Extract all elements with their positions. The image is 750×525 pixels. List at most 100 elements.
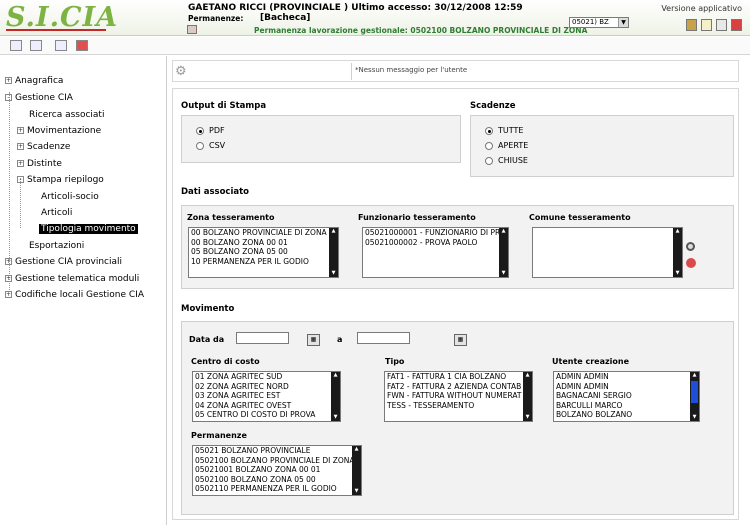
tree-item-esportazioni[interactable]: Esportazioni xyxy=(29,241,84,251)
tree-item-gestione-cia-provinciali[interactable]: + Gestione CIA provinciali xyxy=(5,257,122,267)
radio-chiuse-dot[interactable] xyxy=(485,156,493,165)
home-icon[interactable] xyxy=(716,19,727,31)
scadenze-section-title: Scadenze xyxy=(470,101,516,111)
list-item[interactable]: BAGNACANI SERGIO xyxy=(554,391,699,401)
tree-item-gestione-telematica-moduli[interactable]: + Gestione telematica moduli xyxy=(5,274,139,284)
list-item[interactable]: 05021000001 - FUNZIONARIO DI PR xyxy=(363,228,508,238)
tree-item-movimentazione[interactable]: + Movimentazione xyxy=(17,126,101,136)
centro-costo-label: Centro di costo xyxy=(191,357,260,366)
tree-item-gestione-cia[interactable]: - Gestione CIA xyxy=(5,93,73,103)
calendar-icon[interactable]: ▦ xyxy=(307,334,320,346)
list-item[interactable]: ADMIN ADMIN xyxy=(554,372,699,382)
list-item[interactable]: 10 PERMANENZA PER IL GODIO xyxy=(189,257,338,267)
message-text: *Nessun messaggio per l'utente xyxy=(355,66,468,74)
utente-creazione-list[interactable]: ADMIN ADMIN ADMIN ADMIN BAGNACANI SERGIO… xyxy=(553,371,700,422)
list-item[interactable]: FAT2 - FATTURA 2 AZIENDA CONTAB xyxy=(385,382,532,392)
report-form-panel: Output di Stampa PDF CSV Scadenze TUTTE … xyxy=(172,88,739,520)
list-item[interactable]: 02 ZONA AGRITEC NORD xyxy=(193,382,340,392)
list-item[interactable]: 04 ZONA AGRITEC OVEST xyxy=(193,401,340,411)
tree-item-anagrafica[interactable]: + Anagrafica xyxy=(5,76,63,86)
list-icon[interactable] xyxy=(10,40,22,51)
scrollbar[interactable]: ▲ ▼ xyxy=(673,228,682,277)
app-header: S.I.CIA GAETANO RICCI (PROVINCIALE ) Ult… xyxy=(0,0,750,36)
pdf-icon[interactable] xyxy=(76,40,88,51)
scrollbar[interactable]: ▲ ▼ xyxy=(523,372,532,421)
logout-icon[interactable] xyxy=(731,19,742,31)
utente-creazione-label: Utente creazione xyxy=(552,357,630,366)
book-blue-icon[interactable] xyxy=(55,40,67,51)
list-item[interactable]: 05021000002 - PROVA PAOLO xyxy=(363,238,508,248)
radio-pdf-dot[interactable] xyxy=(196,126,204,135)
funzionario-list[interactable]: 05021000001 - FUNZIONARIO DI PR 05021000… xyxy=(362,227,509,278)
search-icon[interactable] xyxy=(686,242,695,251)
radio-tutte-dot[interactable] xyxy=(485,126,493,135)
zone-select-value: 05021) BZ xyxy=(572,18,609,26)
permanenze-value[interactable]: [Bacheca] xyxy=(260,13,310,23)
list-item[interactable]: FWN - FATTURA WITHOUT NUMERAT xyxy=(385,391,532,401)
radio-csv-dot[interactable] xyxy=(196,141,204,150)
list-item[interactable]: FAT1 - FATTURA 1 CIA BOLZANO xyxy=(385,372,532,382)
scrollbar[interactable]: ▲ ▼ xyxy=(329,228,338,277)
radio-csv[interactable]: CSV xyxy=(196,141,225,150)
list-item[interactable]: 05 CENTRO DI COSTO DI PROVA xyxy=(193,410,340,420)
tree-item-articoli[interactable]: Articoli xyxy=(41,208,72,218)
tree-item-distinte[interactable]: + Distinte xyxy=(17,159,62,169)
permanenze-list-label: Permanenze xyxy=(191,431,247,440)
main-content: ⚙ *Nessun messaggio per l'utente Output … xyxy=(172,60,739,520)
user-access-info: GAETANO RICCI (PROVINCIALE ) Ultimo acce… xyxy=(188,3,523,13)
calendar-icon[interactable]: ▦ xyxy=(454,334,467,346)
zone-select[interactable]: 05021) BZ ▼ xyxy=(569,17,629,28)
tree-item-scadenze[interactable]: + Scadenze xyxy=(17,142,70,152)
list-item[interactable]: 05021 BOLZANO PROVINCIALE xyxy=(193,446,361,456)
list-item[interactable]: 03 ZONA AGRITEC EST xyxy=(193,391,340,401)
list-item[interactable]: 0502110 PERMANENZA PER IL GODIO xyxy=(193,484,361,494)
list-item[interactable]: 05 BOLZANO ZONA 05 00 xyxy=(189,247,338,257)
radio-chiuse[interactable]: CHIUSE xyxy=(485,156,528,165)
list-item[interactable]: ADMIN ADMIN xyxy=(554,382,699,392)
data-a-input[interactable] xyxy=(357,332,410,344)
data-da-label: Data da xyxy=(189,335,225,344)
comune-label: Comune tesseramento xyxy=(529,213,631,222)
list-item[interactable]: BOLZANO BOLZANO xyxy=(554,410,699,420)
zona-tesseramento-list[interactable]: 00 BOLZANO PROVINCIALE DI ZONA 00 BOLZAN… xyxy=(188,227,339,278)
delete-icon[interactable] xyxy=(686,258,696,268)
list-item[interactable]: 00 BOLZANO ZONA 00 01 xyxy=(189,238,338,248)
tree-item-articoli-socio[interactable]: Articoli-socio xyxy=(41,192,99,202)
list-item[interactable]: 00 BOLZANO PROVINCIALE DI ZONA xyxy=(189,228,338,238)
data-da-input[interactable] xyxy=(236,332,289,344)
tree-item-ricerca-associati[interactable]: Ricerca associati xyxy=(29,110,104,120)
list-item[interactable]: BARCULLI MARCO xyxy=(554,401,699,411)
radio-tutte[interactable]: TUTTE xyxy=(485,126,523,135)
scrollbar-thumb[interactable] xyxy=(691,381,698,403)
list-item[interactable]: 05021001 BOLZANO ZONA 00 01 xyxy=(193,465,361,475)
list-item[interactable]: 0502100 BOLZANO ZONA 05 00 xyxy=(193,475,361,485)
chevron-down-icon[interactable]: ▼ xyxy=(618,18,628,27)
comune-list[interactable]: ▲ ▼ xyxy=(532,227,683,278)
list-detail-icon[interactable] xyxy=(30,40,42,51)
list-item[interactable]: 01 ZONA AGRITEC SUD xyxy=(193,372,340,382)
radio-aperte[interactable]: APERTE xyxy=(485,141,528,150)
permanenze-list[interactable]: 05021 BOLZANO PROVINCIALE 0502100 BOLZAN… xyxy=(192,445,362,496)
radio-pdf[interactable]: PDF xyxy=(196,126,225,135)
tree-item-stampa-riepilogo[interactable]: - Stampa riepilogo xyxy=(17,175,104,185)
radio-aperte-dot[interactable] xyxy=(485,141,493,150)
output-box xyxy=(181,115,461,163)
version-label[interactable]: Versione applicativo xyxy=(661,4,742,13)
tipo-list[interactable]: FAT1 - FATTURA 1 CIA BOLZANO FAT2 - FATT… xyxy=(384,371,533,422)
scrollbar[interactable]: ▲ ▼ xyxy=(690,372,699,421)
scrollbar[interactable]: ▲ ▼ xyxy=(331,372,340,421)
gear-icon: ⚙ xyxy=(175,64,187,79)
document-icon[interactable] xyxy=(701,19,712,31)
tree-item-codifiche-locali[interactable]: + Codifiche locali Gestione CIA xyxy=(5,290,144,300)
centro-costo-list[interactable]: 01 ZONA AGRITEC SUD 02 ZONA AGRITEC NORD… xyxy=(192,371,341,422)
list-item[interactable]: TESS - TESSERAMENTO xyxy=(385,401,532,411)
toolbar xyxy=(0,37,750,55)
scrollbar[interactable]: ▲ ▼ xyxy=(352,446,361,495)
permanenze-label: Permanenze: xyxy=(188,14,244,23)
tree-item-tipologia-movimento[interactable]: Tipologia movimento xyxy=(39,224,138,234)
scrollbar[interactable]: ▲ ▼ xyxy=(499,228,508,277)
list-item[interactable]: 0502100 BOLZANO PROVINCIALE DI ZONA xyxy=(193,456,361,466)
output-section-title: Output di Stampa xyxy=(181,101,267,111)
book-icon[interactable] xyxy=(686,19,697,31)
data-a-label: a xyxy=(337,335,343,344)
